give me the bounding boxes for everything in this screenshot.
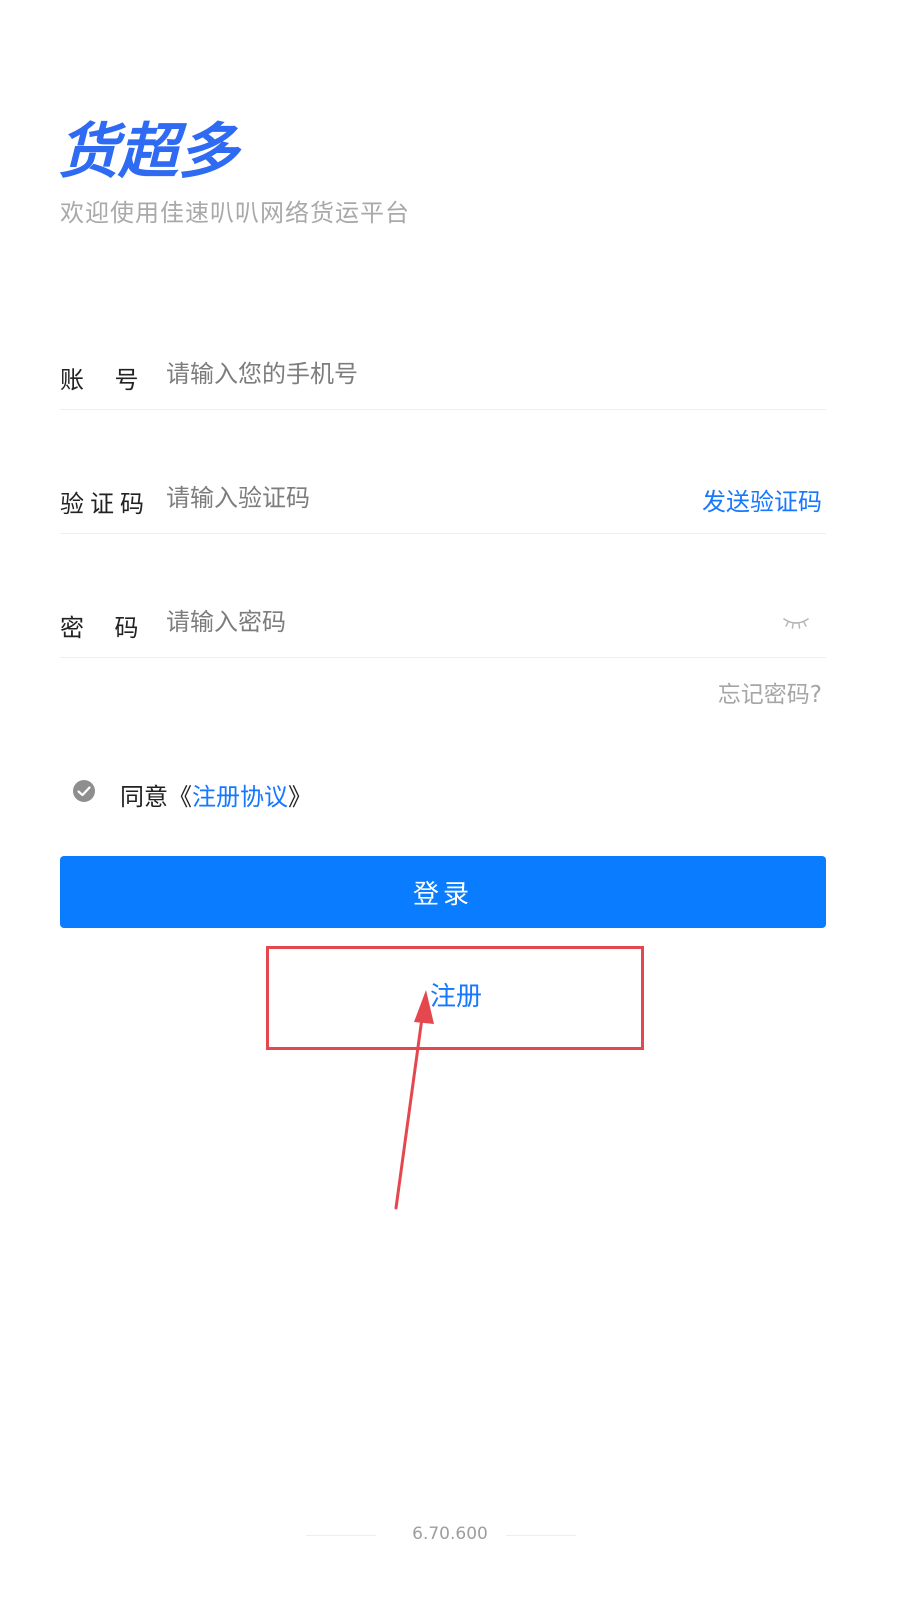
register-agreement-link[interactable]: 注册协议 xyxy=(192,783,288,811)
checkmark-circle-icon[interactable] xyxy=(72,779,96,803)
forgot-password-link[interactable]: 忘记密码? xyxy=(718,675,822,709)
code-label: 验证码 xyxy=(60,490,150,518)
eye-closed-icon[interactable] xyxy=(782,616,810,630)
agreement-text: 同意《注册协议》 xyxy=(120,777,312,812)
brand-logo: 货超多 xyxy=(58,118,242,182)
send-code-button[interactable]: 发送验证码 xyxy=(702,482,822,517)
phone-input[interactable] xyxy=(166,352,686,396)
agreement-prefix: 同意《 xyxy=(120,783,192,811)
version-label: 6.70.600 xyxy=(412,1524,488,1544)
brand-logo-text: 货超多 xyxy=(58,118,242,182)
version-divider-right xyxy=(506,1535,576,1536)
code-row: 验证码 发送验证码 xyxy=(60,466,826,534)
login-button[interactable]: 登录 xyxy=(60,856,826,928)
verification-code-input[interactable] xyxy=(166,476,586,520)
password-row: 密 码 xyxy=(60,590,826,658)
account-row: 账 号 xyxy=(60,342,826,410)
password-input[interactable] xyxy=(166,600,666,644)
welcome-subtitle: 欢迎使用佳速叭叭网络货运平台 xyxy=(60,199,410,227)
agreement-suffix: 》 xyxy=(288,783,312,811)
register-button[interactable]: 注册 xyxy=(270,966,642,1022)
account-divider xyxy=(60,409,826,410)
password-divider xyxy=(60,657,826,658)
account-label: 账 号 xyxy=(60,366,139,394)
password-label: 密 码 xyxy=(60,614,139,642)
code-divider xyxy=(60,533,826,534)
